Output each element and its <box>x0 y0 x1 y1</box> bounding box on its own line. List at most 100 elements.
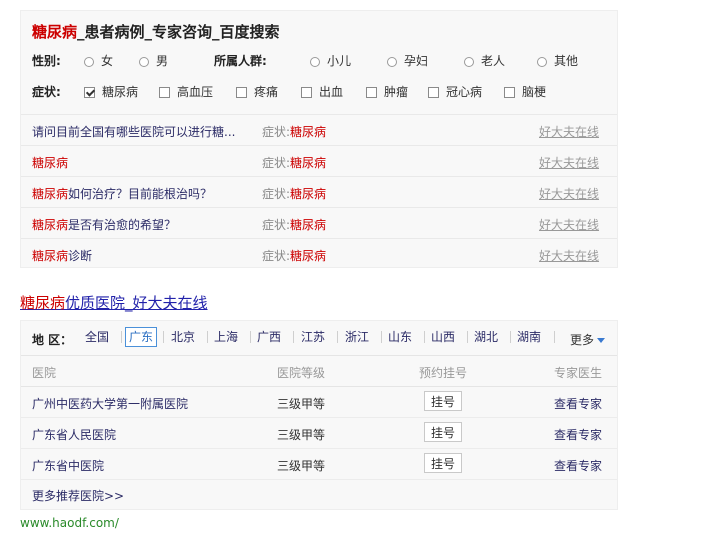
group-option-pregnant[interactable]: 孕妇 <box>387 51 428 71</box>
register-button[interactable]: 挂号 <box>424 422 462 442</box>
case-symptom: 症状:糖尿病 <box>262 125 327 139</box>
column-header-booking: 预约挂号 <box>419 366 468 380</box>
hospital-grade: 三级甲等 <box>277 397 326 411</box>
checkbox-icon[interactable] <box>301 87 312 98</box>
symptom-option-pain[interactable]: 疼痛 <box>236 82 278 102</box>
more-hospitals-link[interactable]: 更多推荐医院>> <box>32 487 124 504</box>
region-divider <box>554 331 555 343</box>
region-tab-hubei[interactable]: 湖北 <box>471 328 501 346</box>
hospitals-panel: 地 区： 全国 广东 北京 上海 广西 江苏 浙江 山东 山西 湖北 湖南 更多… <box>20 320 618 510</box>
list-item: 糖尿病如何治疗？目前能根治吗？ 症状:糖尿病 好大夫在线 <box>21 176 617 207</box>
region-bar: 地 区： 全国 广东 北京 上海 广西 江苏 浙江 山东 山西 湖北 湖南 更多 <box>21 321 617 356</box>
region-tab-zhejiang[interactable]: 浙江 <box>342 328 372 346</box>
radio-icon[interactable] <box>387 57 397 67</box>
radio-icon[interactable] <box>464 57 474 67</box>
region-divider <box>207 331 208 343</box>
consult-panel: 糖尿病_患者病例_专家咨询_百度搜索 性别: 女 男 所属人群: 小儿 孕妇 老… <box>20 10 618 268</box>
hospitals-title-rest[interactable]: 优质医院_好大夫在线 <box>65 294 208 312</box>
symptom-option-label: 糖尿病 <box>102 85 139 99</box>
case-question-link[interactable]: 请问目前全国有哪些医院可以进行糖... <box>32 123 235 140</box>
gender-option-label: 男 <box>156 54 169 68</box>
case-question-link[interactable]: 糖尿病 <box>32 154 68 171</box>
hospital-grade: 三级甲等 <box>277 459 326 473</box>
region-divider <box>250 331 251 343</box>
checkbox-icon[interactable] <box>236 87 247 98</box>
case-question-link[interactable]: 糖尿病诊断 <box>32 247 92 264</box>
region-divider <box>163 331 164 343</box>
case-source-link[interactable]: 好大夫在线 <box>539 123 599 140</box>
consult-case-list: 请问目前全国有哪些医院可以进行糖... 症状:糖尿病 好大夫在线 糖尿病 症状:… <box>21 114 617 269</box>
symptom-option-coronary[interactable]: 冠心病 <box>428 82 482 102</box>
group-option-elderly[interactable]: 老人 <box>464 51 505 71</box>
region-tab-guangxi[interactable]: 广西 <box>254 328 284 346</box>
hospitals-title-highlight[interactable]: 糖尿病 <box>20 294 65 312</box>
hospital-name-link[interactable]: 广州中医药大学第一附属医院 <box>32 395 188 412</box>
radio-icon[interactable] <box>139 57 149 67</box>
checkbox-icon[interactable] <box>366 87 377 98</box>
region-divider <box>381 331 382 343</box>
region-divider <box>293 331 294 343</box>
hospitals-title-link[interactable]: 糖尿病优质医院_好大夫在线 <box>20 292 208 313</box>
case-source-link[interactable]: 好大夫在线 <box>539 216 599 233</box>
gender-option-female[interactable]: 女 <box>84 51 113 71</box>
column-header-hospital: 医院 <box>32 366 57 380</box>
consult-title-rest[interactable]: _患者病例_专家咨询_百度搜索 <box>77 23 280 41</box>
symptom-option-hypertension[interactable]: 高血压 <box>159 82 213 102</box>
checkbox-checked-icon[interactable] <box>84 87 95 98</box>
group-option-child[interactable]: 小儿 <box>310 51 351 71</box>
gender-option-label: 女 <box>101 54 114 68</box>
region-tab-nationwide[interactable]: 全国 <box>82 328 112 346</box>
group-label: 所属人群: <box>214 54 267 68</box>
view-experts-link[interactable]: 查看专家 <box>554 426 602 443</box>
case-source-link[interactable]: 好大夫在线 <box>539 185 599 202</box>
checkbox-icon[interactable] <box>428 87 439 98</box>
symptom-option-tumor[interactable]: 肿瘤 <box>366 82 408 102</box>
case-source-link[interactable]: 好大夫在线 <box>539 247 599 264</box>
symptom-option-label: 脑梗 <box>522 85 547 99</box>
table-row: 广州中医药大学第一附属医院 三级甲等 挂号 查看专家 <box>21 387 617 418</box>
source-url[interactable]: www.haodf.com/ <box>20 516 119 530</box>
region-divider <box>510 331 511 343</box>
region-tab-hunan[interactable]: 湖南 <box>514 328 544 346</box>
view-experts-link[interactable]: 查看专家 <box>554 395 602 412</box>
symptom-option-bleeding[interactable]: 出血 <box>301 82 343 102</box>
region-tab-shanxi[interactable]: 山西 <box>428 328 458 346</box>
list-item: 请问目前全国有哪些医院可以进行糖... 症状:糖尿病 好大夫在线 <box>21 114 617 145</box>
case-symptom: 症状:糖尿病 <box>262 156 327 170</box>
hospital-table-header: 医院 医院等级 预约挂号 专家医生 <box>21 356 617 387</box>
region-tab-shandong[interactable]: 山东 <box>385 328 415 346</box>
hospital-name-link[interactable]: 广东省人民医院 <box>32 426 116 443</box>
case-symptom: 症状:糖尿病 <box>262 187 327 201</box>
chevron-down-icon <box>597 338 606 343</box>
register-button[interactable]: 挂号 <box>424 391 462 411</box>
column-header-grade: 医院等级 <box>277 366 326 380</box>
case-question-link[interactable]: 糖尿病如何治疗？目前能根治吗？ <box>32 185 212 202</box>
symptom-option-diabetes[interactable]: 糖尿病 <box>84 82 138 102</box>
symptom-option-label: 出血 <box>319 85 344 99</box>
region-divider <box>121 331 122 343</box>
hospital-grade: 三级甲等 <box>277 428 326 442</box>
more-regions-dropdown[interactable]: 更多 <box>570 331 606 348</box>
hospital-name-link[interactable]: 广东省中医院 <box>32 457 104 474</box>
region-tab-shanghai[interactable]: 上海 <box>211 328 241 346</box>
radio-icon[interactable] <box>84 57 94 67</box>
symptom-option-label: 冠心病 <box>446 85 483 99</box>
consult-title[interactable]: 糖尿病_患者病例_专家咨询_百度搜索 <box>32 21 280 42</box>
gender-label: 性别: <box>32 54 61 68</box>
region-tab-beijing[interactable]: 北京 <box>168 328 198 346</box>
consult-title-highlight[interactable]: 糖尿病 <box>32 23 77 41</box>
radio-icon[interactable] <box>537 57 547 67</box>
region-tab-guangdong[interactable]: 广东 <box>125 327 158 347</box>
register-button[interactable]: 挂号 <box>424 453 462 473</box>
view-experts-link[interactable]: 查看专家 <box>554 457 602 474</box>
symptom-option-stroke[interactable]: 脑梗 <box>504 82 546 102</box>
radio-icon[interactable] <box>310 57 320 67</box>
more-regions-label: 更多 <box>570 333 595 347</box>
case-source-link[interactable]: 好大夫在线 <box>539 154 599 171</box>
checkbox-icon[interactable] <box>159 87 170 98</box>
gender-option-male[interactable]: 男 <box>139 51 168 71</box>
checkbox-icon[interactable] <box>504 87 515 98</box>
region-tab-jiangsu[interactable]: 江苏 <box>298 328 328 346</box>
group-option-other[interactable]: 其他 <box>537 51 578 71</box>
case-question-link[interactable]: 糖尿病是否有治愈的希望？ <box>32 216 176 233</box>
